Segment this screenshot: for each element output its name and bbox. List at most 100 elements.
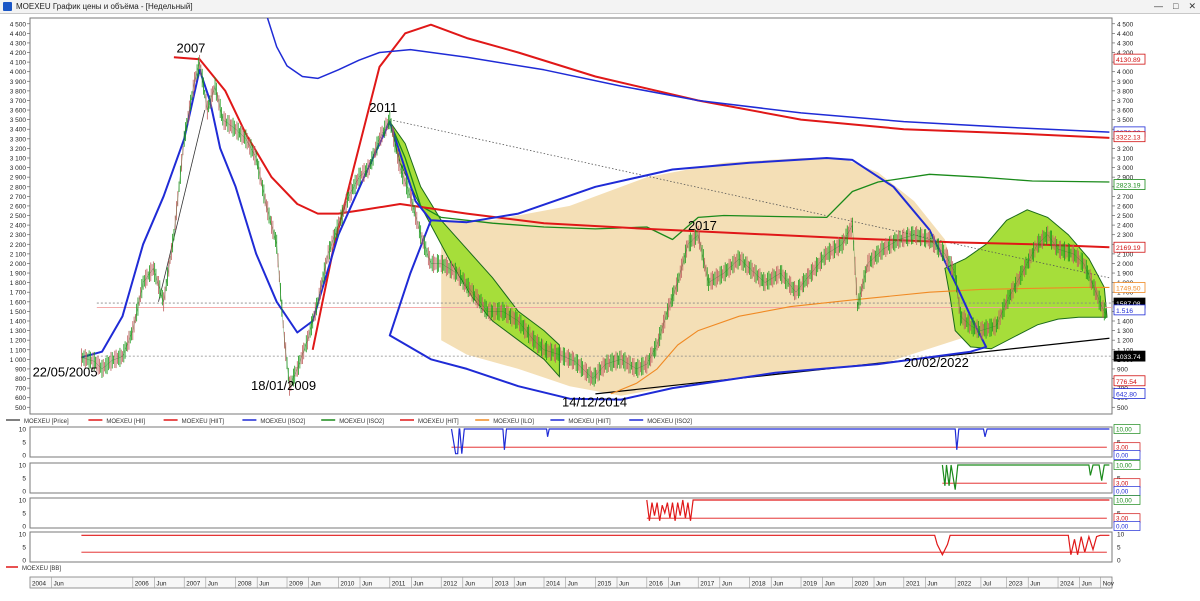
y-tick-label-left: 2 500 [10, 213, 27, 220]
y-tick-label-left: 1 000 [10, 357, 27, 364]
chart-window: MOEXEU График цены и объёма - [Недельный… [0, 0, 1200, 601]
x-axis-label: 2024 [1060, 581, 1075, 588]
title-bar: MOEXEU График цены и объёма - [Недельный… [0, 0, 1200, 14]
x-axis-label: Nov [1103, 581, 1115, 588]
x-axis-label: Jun [516, 581, 527, 588]
x-axis-label: 2011 [392, 581, 406, 588]
legend-label: MOEXEU [ISO2] [647, 419, 692, 425]
x-axis-label: Jun [825, 581, 836, 588]
y-tick-label-left: 2 400 [10, 223, 27, 230]
y-tick-label-left: 4 400 [10, 31, 27, 38]
y-tick-label-right: 1 300 [1117, 328, 1134, 335]
y-tick-label-right: 3 000 [1117, 165, 1134, 172]
right-value-tag: 4130.89 [1116, 57, 1141, 64]
y-tick-label-left: 4 100 [10, 60, 27, 67]
x-axis-label: 2007 [186, 581, 201, 588]
x-axis-label: 2009 [289, 581, 304, 588]
minimize-button[interactable]: — [1154, 1, 1163, 12]
y-tick-label-left: 4 200 [10, 50, 27, 57]
y-tick-label-left: 800 [15, 376, 26, 383]
right-value-tag: 3322.13 [1116, 135, 1141, 142]
y-tick-label-right: 2 300 [1117, 232, 1134, 239]
y-tick-label-left: 2 700 [10, 194, 27, 201]
x-axis-label: 2015 [597, 581, 612, 588]
panel-blue-tick-label: 0 [22, 453, 26, 460]
maximize-button[interactable]: □ [1173, 1, 1178, 12]
legend-label: MOEXEU [HIT] [418, 419, 459, 425]
y-tick-label-left: 1 600 [10, 299, 27, 306]
chart-annotation: 2007 [176, 41, 205, 56]
panel-green-tag: 0,00 [1116, 489, 1129, 496]
x-axis-label: Jul [983, 581, 991, 588]
right-value-tag: 2823.19 [1116, 183, 1141, 190]
y-tick-label-left: 1 300 [10, 328, 27, 335]
app-icon [3, 2, 12, 11]
y-tick-label-right: 2 000 [1117, 261, 1134, 268]
close-button[interactable]: ✕ [1188, 1, 1196, 12]
y-tick-label-right: 4 400 [1117, 31, 1134, 38]
x-axis-label: Jun [259, 581, 270, 588]
y-tick-label-right: 3 700 [1117, 98, 1134, 105]
x-axis-label: 2019 [803, 581, 818, 588]
x-axis-label: Jun [413, 581, 424, 588]
y-tick-label-left: 2 000 [10, 261, 27, 268]
y-tick-label-left: 3 000 [10, 165, 27, 172]
y-tick-label-right: 3 200 [1117, 146, 1134, 153]
y-tick-label-left: 4 300 [10, 40, 27, 47]
right-value-tag: 642.80 [1116, 392, 1137, 399]
x-axis-label: 2020 [854, 581, 869, 588]
x-axis-label: 2008 [238, 581, 253, 588]
y-tick-label-left: 2 600 [10, 203, 27, 210]
x-axis-label: 2014 [546, 581, 561, 588]
panel-blue-tag: 0,00 [1116, 453, 1129, 460]
panel-green-tag: 10,00 [1116, 463, 1132, 470]
y-tick-label-left: 4 000 [10, 69, 27, 76]
y-tick-label-left: 1 800 [10, 280, 27, 287]
panel-bb-tick-label: 0 [22, 558, 26, 565]
x-axis-label: 2006 [135, 581, 150, 588]
panel-bb-tick-label: 5 [22, 545, 26, 552]
y-tick-label-left: 900 [15, 366, 26, 373]
panel-red-tag: 0,00 [1116, 524, 1129, 531]
y-tick-label-right: 4 300 [1117, 40, 1134, 47]
y-tick-label-right: 3 600 [1117, 108, 1134, 115]
x-axis-label: 2010 [340, 581, 355, 588]
legend-label: MOEXEU [ISO2] [339, 419, 384, 425]
price-chart: 5005006006007007008008009009001 0001 000… [6, 17, 1146, 589]
x-axis-label: 2023 [1009, 581, 1024, 588]
y-tick-label-right: 1 400 [1117, 318, 1134, 325]
x-axis-label: Jun [156, 581, 167, 588]
x-axis-label: Jun [1082, 581, 1093, 588]
y-tick-label-left: 2 800 [10, 184, 27, 191]
y-tick-label-right: 2 600 [1117, 203, 1134, 210]
y-tick-label-right: 4 500 [1117, 21, 1134, 28]
chart-annotation: 2011 [369, 100, 397, 115]
y-tick-label-right: 1 200 [1117, 338, 1134, 345]
right-value-tag: 2169.19 [1116, 245, 1141, 252]
right-value-tag: 776.54 [1116, 379, 1137, 386]
y-tick-label-left: 1 400 [10, 318, 27, 325]
x-axis-label: 2017 [700, 581, 715, 588]
x-axis-label: Jun [876, 581, 887, 588]
x-axis-label: Jun [54, 581, 65, 588]
x-axis-label: Jun [773, 581, 784, 588]
y-tick-label-right: 3 100 [1117, 155, 1134, 162]
chart-annotation: 18/01/2009 [251, 378, 316, 393]
panel-red-tick-label: 0 [22, 524, 26, 531]
legend-label: MOEXEU [ISO2] [260, 419, 305, 425]
y-tick-label-left: 1 700 [10, 290, 27, 297]
panel-blue-tick-label: 5 [22, 440, 26, 447]
y-tick-label-right: 3 500 [1117, 117, 1134, 124]
y-tick-label-left: 2 200 [10, 242, 27, 249]
panel-blue-tick-label: 10 [19, 427, 27, 434]
y-tick-label-left: 3 200 [10, 146, 27, 153]
chart-annotation: 22/05/2005 [33, 365, 98, 380]
x-axis-label: Jun [670, 581, 681, 588]
x-axis-label: 2012 [443, 581, 458, 588]
y-tick-label-left: 1 100 [10, 347, 27, 354]
y-tick-label-left: 2 300 [10, 232, 27, 239]
bb-legend-label: MOEXEU [BB] [22, 566, 61, 572]
panel-blue-frame [29, 426, 1113, 458]
x-axis-label: Jun [722, 581, 733, 588]
panel-bb-tick-label-right: 0 [1117, 558, 1121, 565]
